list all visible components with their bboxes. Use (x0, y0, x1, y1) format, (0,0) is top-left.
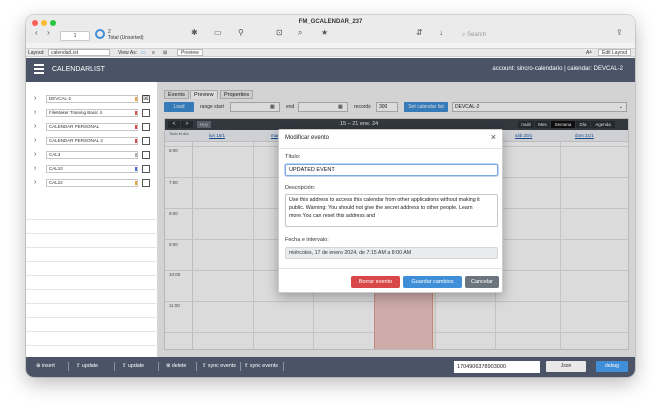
window-title: FM_GCALENDAR_237 (298, 19, 363, 25)
calendar-item[interactable]: › CALENDAR PERSONAL 2 (32, 136, 152, 146)
chevron-right-icon[interactable]: › (34, 178, 36, 187)
app-header: CALENDARLIST account: sincro-calendario … (26, 58, 635, 82)
account-info: account: sincro-calendario | calendar: D… (492, 66, 623, 72)
update-button[interactable]: ⇧ update (122, 363, 144, 369)
insert-button[interactable]: ⊕ insert (36, 363, 55, 369)
calendar-item[interactable]: › CAL3 (32, 150, 152, 160)
title-bar: FM_GCALENDAR_237 ‹ › 1 2 Total (Unsorted… (26, 15, 635, 43)
close-icon[interactable]: × (491, 132, 496, 142)
total-sub-label: Total (Unsorted) (108, 35, 144, 41)
update-label: update (81, 363, 99, 369)
date-field-label: Fecha e intervalo: (285, 237, 329, 243)
record-progress-icon (95, 29, 105, 39)
delete-button[interactable]: ⊗ delete (166, 363, 186, 369)
page-title: CALENDARLIST (52, 66, 105, 73)
chevron-right-icon[interactable]: › (34, 150, 36, 159)
find-icon[interactable]: ⌕ (298, 28, 302, 38)
chevron-right-icon[interactable]: › (34, 122, 36, 131)
calendar-item[interactable]: › CAL22 (32, 178, 152, 188)
cancel-button[interactable]: Cancelar (465, 276, 499, 288)
calendar-color-swatch (135, 153, 137, 157)
event-title-input[interactable]: UPDATED EVENT (285, 164, 498, 176)
calendar-checkbox[interactable] (142, 151, 150, 159)
event-description-textarea[interactable]: Use this address to access this calendar… (285, 194, 498, 227)
update-label: update (127, 363, 145, 369)
calendar-color-swatch (135, 111, 137, 115)
title-field-label: Título: (285, 154, 301, 160)
calendar-checkbox[interactable]: ☒ (142, 95, 150, 103)
chevron-right-icon[interactable]: › (34, 136, 36, 145)
new-record-icon[interactable]: ⊡ (276, 28, 283, 37)
calendar-list-pane: › DEVCAL-2 ☒ › FileMaker Training Basic … (26, 82, 158, 357)
event-id-field[interactable]: 1704906378903000 (454, 361, 540, 373)
record-number-input[interactable]: 1 (60, 31, 90, 41)
calendar-color-swatch (135, 167, 137, 171)
delete-event-button[interactable]: Borrar evento (351, 276, 400, 288)
json-button[interactable]: Json (546, 361, 586, 372)
favorites-star-icon[interactable]: ★ (321, 28, 328, 37)
calendar-color-swatch (135, 97, 137, 101)
sync-label: sync events (249, 363, 278, 369)
sort-icon[interactable]: ⇵ (416, 28, 423, 37)
view-as-label: View As: (118, 50, 138, 56)
dialog-title: Modificar evento (285, 135, 330, 141)
sync-events-button[interactable]: ⇧ sync events (202, 363, 236, 369)
calendar-checkbox[interactable] (142, 165, 150, 173)
layout-select[interactable]: calendarList (48, 49, 110, 56)
forward-arrow-icon[interactable]: › (47, 28, 50, 37)
empty-rows (26, 206, 158, 346)
share-icon[interactable]: ⇪ (616, 28, 623, 37)
preview-button[interactable]: Preview (177, 49, 203, 56)
list-view-icon[interactable]: ≡ (152, 50, 155, 56)
hamburger-menu-icon[interactable] (34, 64, 44, 74)
search-input[interactable]: ⌕ Search (459, 31, 569, 41)
sync-events-button[interactable]: ⇧ sync events (244, 363, 278, 369)
event-date-range: miércoles, 17 de enero 2024, de 7:15 AM … (285, 247, 498, 259)
insert-label: insert (41, 363, 55, 369)
form-view-icon[interactable]: ▭ (141, 50, 146, 56)
calendar-color-swatch (135, 139, 137, 143)
edit-layout-button[interactable]: Edit Layout (598, 49, 632, 56)
calendar-name: CALENDAR PERSONAL (46, 123, 138, 131)
calendar-checkbox[interactable] (142, 109, 150, 117)
gear-icon[interactable]: ✱ (191, 28, 198, 37)
description-field-label: Descripción: (285, 185, 316, 191)
search-placeholder: Search (467, 32, 487, 38)
calendar-item[interactable]: › CAL10 (32, 164, 152, 174)
layout-icon[interactable]: ▭ (214, 28, 222, 37)
sync-label: sync events (207, 363, 236, 369)
layout-label: Layout: (28, 50, 45, 56)
calendar-color-swatch (135, 181, 137, 185)
sort-order-icon[interactable]: ↓ (439, 28, 443, 37)
table-view-icon[interactable]: ⊞ (163, 50, 167, 56)
chevron-right-icon[interactable]: › (34, 108, 36, 117)
calendar-item[interactable]: › FileMaker Training Basic 4 (32, 108, 152, 118)
layout-bar: Layout: calendarList View As: ▭ ≡ ⊞ Prev… (26, 48, 635, 57)
calendar-checkbox[interactable] (142, 123, 150, 131)
text-size-icon[interactable]: Aᴬ (586, 50, 592, 56)
calendar-color-swatch (135, 125, 137, 129)
back-arrow-icon[interactable]: ‹ (35, 28, 38, 37)
calendar-item[interactable]: › DEVCAL-2 ☒ (32, 94, 152, 104)
calendar-name: CAL22 (46, 179, 138, 187)
calendar-name: CAL10 (46, 165, 138, 173)
debug-button[interactable]: debug (596, 361, 628, 372)
update-button[interactable]: ⇧ update (76, 363, 98, 369)
calendar-checkbox[interactable] (142, 137, 150, 145)
calendar-name: FileMaker Training Basic 4 (46, 109, 138, 117)
chevron-right-icon[interactable]: › (34, 94, 36, 103)
save-changes-button[interactable]: Guardar cambios (403, 276, 462, 288)
footer-bar: ⊕ insert ⇧ update ⇧ update ⊗ delete ⇧ sy… (26, 357, 635, 377)
delete-label: delete (171, 363, 187, 369)
calendar-name: CALENDAR PERSONAL 2 (46, 137, 138, 145)
calendar-checkbox[interactable] (142, 179, 150, 187)
calendar-item[interactable]: › CALENDAR PERSONAL (32, 122, 152, 132)
edit-event-dialog: Modificar evento × Título: UPDATED EVENT… (278, 129, 503, 293)
chevron-right-icon[interactable]: › (34, 164, 36, 173)
calendar-name: CAL3 (46, 151, 138, 159)
calendar-name: DEVCAL-2 (46, 95, 138, 103)
lock-icon[interactable]: ⚲ (238, 28, 244, 37)
